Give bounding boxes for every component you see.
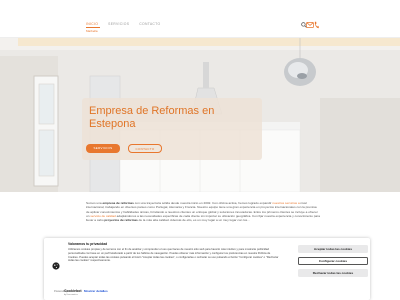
nav-item-servicios[interactable]: Servicios xyxy=(108,22,129,26)
reject-all-cookies-button[interactable]: Rechazar todas las cookies xyxy=(298,269,368,277)
show-details-link[interactable]: Mostrar detalles xyxy=(84,289,108,293)
site-header xyxy=(0,0,400,38)
configure-cookies-button[interactable]: Configurar cookies xyxy=(298,257,368,265)
cookiebot-logo[interactable]: Cookiebot xyxy=(64,289,82,293)
services-button[interactable]: Servicios xyxy=(86,144,120,153)
intro-paragraph: Somos una empresa de reformas con una tr… xyxy=(86,201,320,222)
accept-all-cookies-button[interactable]: Aceptar todas las cookies xyxy=(298,245,368,253)
nav-submenu-label[interactable]: Marbella xyxy=(86,29,98,33)
intro-text-5: de la más alta calidad. Además de ello, … xyxy=(138,218,250,223)
cookie-icon xyxy=(52,262,60,270)
phone-icon[interactable] xyxy=(314,21,319,29)
intro-bold-2: proyectos de reformas xyxy=(104,218,138,223)
cookiebot-sub-label: by Usercentrics xyxy=(64,293,78,296)
cookie-description: Utilizamos cookies propias y de terceros… xyxy=(68,248,279,263)
cookie-title: Valoramos tu privacidad xyxy=(68,242,108,246)
hero-title: Empresa de Reformas en Estepona xyxy=(89,105,215,130)
mail-icon[interactable] xyxy=(306,22,314,28)
main-nav: Inicio Servicios Contacto xyxy=(86,22,160,26)
contact-button[interactable]: Contacto xyxy=(128,144,162,153)
page: Inicio Servicios Contacto Marbella xyxy=(0,0,400,300)
nav-item-inicio[interactable]: Inicio xyxy=(86,22,98,26)
nav-active-indicator xyxy=(86,27,100,28)
nav-item-contacto[interactable]: Contacto xyxy=(139,22,160,26)
